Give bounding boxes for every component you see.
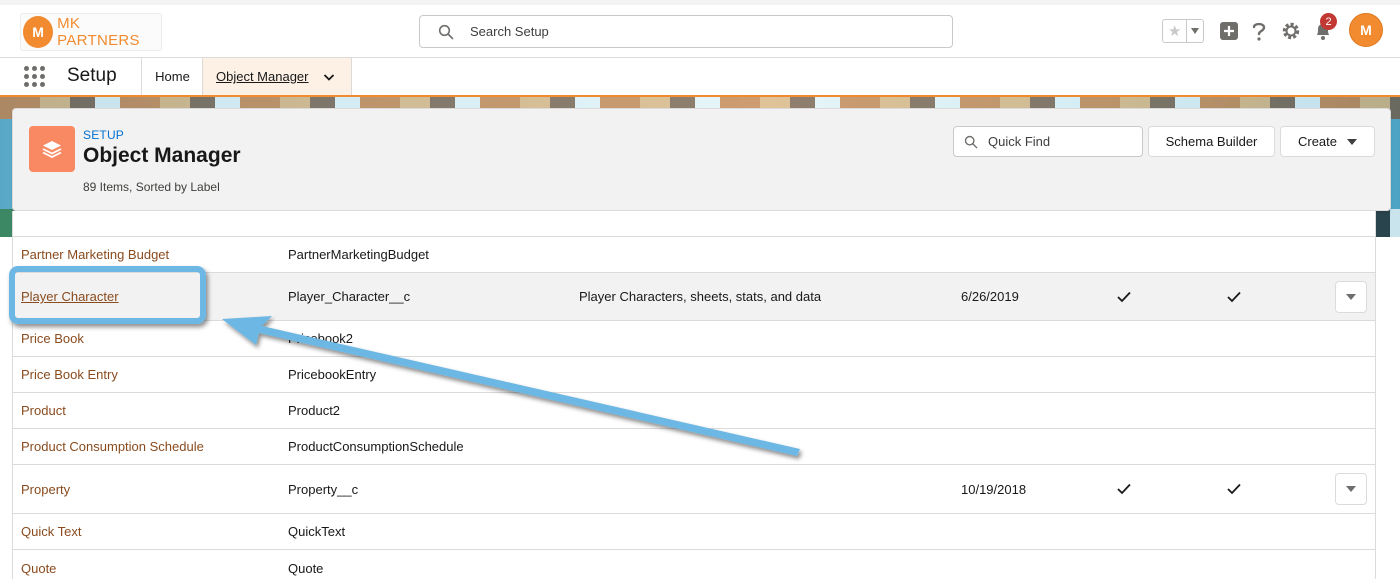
logo-text: MK PARTNERS xyxy=(57,15,140,49)
api-name: Quote xyxy=(288,560,324,576)
context-bar: Setup Home Object Manager xyxy=(0,58,1400,98)
schema-builder-button[interactable]: Schema Builder xyxy=(1148,126,1275,157)
table-row-partial xyxy=(13,211,1375,237)
table-row: Quick Text QuickText xyxy=(13,514,1375,550)
company-logo[interactable]: M MK PARTNERS xyxy=(20,13,162,51)
table-row: Partner Marketing Budget PartnerMarketin… xyxy=(13,237,1375,273)
star-icon[interactable]: ★ xyxy=(1163,20,1186,42)
notification-badge: 2 xyxy=(1320,13,1337,30)
highlight-callout-box xyxy=(9,266,206,324)
user-avatar[interactable]: M xyxy=(1349,13,1383,47)
object-label-link[interactable]: Price Book Entry xyxy=(21,357,118,392)
table-row: Quote Quote xyxy=(13,550,1375,579)
api-name: QuickText xyxy=(288,524,346,539)
gear-icon[interactable] xyxy=(1280,20,1302,42)
search-input[interactable] xyxy=(468,23,912,40)
table-row: Product Consumption Schedule ProductCons… xyxy=(13,429,1375,465)
table-row-player-character: Player Character Player_Character__c Pla… xyxy=(13,273,1375,321)
search-icon xyxy=(964,135,978,148)
chevron-down-icon xyxy=(1191,28,1200,34)
object-label-link[interactable]: Property xyxy=(21,465,70,513)
create-button[interactable]: Create xyxy=(1280,126,1375,157)
api-name: PricebookEntry xyxy=(288,367,377,382)
nav-tab-home[interactable]: Home xyxy=(141,58,203,95)
favorites-dropdown[interactable] xyxy=(1186,20,1203,42)
check-icon xyxy=(1227,465,1241,513)
waffle-icon[interactable] xyxy=(24,66,45,87)
chevron-down-icon xyxy=(1346,294,1356,300)
object-label-link[interactable]: Price Book xyxy=(21,321,84,356)
object-label-link[interactable]: Quote xyxy=(21,550,56,579)
page-header: SETUP Object Manager 89 Items, Sorted by… xyxy=(12,108,1391,211)
setup-search[interactable] xyxy=(419,15,953,48)
quick-find[interactable] xyxy=(953,126,1143,157)
chevron-down-icon[interactable] xyxy=(323,71,335,83)
chevron-down-icon xyxy=(1347,138,1358,145)
row-actions-dropdown[interactable] xyxy=(1335,281,1367,313)
object-label-link[interactable]: Quick Text xyxy=(21,514,81,549)
page-meta: 89 Items, Sorted by Label xyxy=(83,180,220,194)
page-eyebrow: SETUP xyxy=(83,128,125,142)
object-label-link[interactable]: Product xyxy=(21,393,66,428)
api-name: Player_Character__c xyxy=(288,289,411,304)
app-name: Setup xyxy=(67,65,117,86)
api-name: Product2 xyxy=(288,403,341,418)
api-name: ProductConsumptionSchedule xyxy=(288,439,464,454)
table-row: Product Product2 xyxy=(13,393,1375,429)
help-icon[interactable] xyxy=(1248,20,1270,42)
chevron-down-icon xyxy=(1346,486,1356,492)
api-name: Pricebook2 xyxy=(288,331,354,346)
last-modified: 10/19/2018 xyxy=(961,481,1027,497)
table-row: Price Book Entry PricebookEntry xyxy=(13,357,1375,393)
table-row: Price Book Pricebook2 xyxy=(13,321,1375,357)
row-actions-dropdown[interactable] xyxy=(1335,473,1367,505)
table-row-property: Property Property__c 10/19/2018 xyxy=(13,465,1375,514)
nav-tab-label: Object Manager xyxy=(216,69,309,84)
create-button-label: Create xyxy=(1297,134,1338,149)
object-description: Player Characters, sheets, stats, and da… xyxy=(579,289,822,304)
check-icon xyxy=(1117,465,1131,513)
last-modified: 6/26/2019 xyxy=(961,289,1019,304)
object-label-link[interactable]: Product Consumption Schedule xyxy=(21,429,204,464)
logo-mark: M xyxy=(23,16,54,48)
quick-find-input[interactable] xyxy=(986,133,1140,150)
browser-strip xyxy=(0,0,1400,5)
page-title: Object Manager xyxy=(83,144,241,167)
favorites-button[interactable]: ★ xyxy=(1162,19,1204,43)
check-icon xyxy=(1117,273,1131,320)
objects-table: Partner Marketing Budget PartnerMarketin… xyxy=(12,211,1376,579)
check-icon xyxy=(1227,273,1241,320)
layers-icon xyxy=(29,126,75,172)
api-name: PartnerMarketingBudget xyxy=(288,247,429,262)
plus-icon[interactable] xyxy=(1218,20,1240,42)
global-header: M MK PARTNERS ★ 2 M xyxy=(0,0,1400,58)
search-icon xyxy=(438,24,454,39)
nav-tab-object-manager[interactable]: Object Manager xyxy=(202,58,352,95)
api-name: Property__c xyxy=(288,481,359,497)
